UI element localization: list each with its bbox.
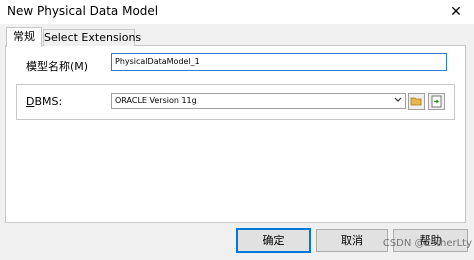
- dbms-label-text: BMS:: [34, 95, 63, 108]
- chevron-down-icon[interactable]: [394, 94, 402, 108]
- dbms-properties-button[interactable]: [428, 93, 445, 110]
- browse-dbms-button[interactable]: [408, 93, 425, 110]
- close-button[interactable]: ✕: [438, 0, 474, 24]
- dbms-select-value: ORACLE Version 11g: [115, 96, 197, 105]
- model-name-label: 模型名称(M): [26, 60, 89, 73]
- new-physical-data-model-dialog: New Physical Data Model ✕ 常规 Select Exte…: [0, 0, 474, 260]
- ok-button[interactable]: 确定: [236, 228, 311, 253]
- tab-general[interactable]: 常规: [6, 27, 42, 47]
- folder-icon: [410, 97, 422, 106]
- properties-icon: [431, 95, 442, 108]
- window-title: New Physical Data Model: [7, 4, 159, 18]
- dbms-select[interactable]: ORACLE Version 11g: [111, 93, 406, 109]
- close-icon: ✕: [450, 4, 462, 20]
- cancel-button[interactable]: 取消: [316, 229, 388, 252]
- model-name-input[interactable]: PhysicalDataModel_1: [111, 53, 447, 71]
- dbms-label: DBMS:: [26, 95, 62, 108]
- csdn-watermark: CSDN @EstherLty: [382, 238, 472, 249]
- title-bar[interactable]: New Physical Data Model ✕: [0, 0, 474, 24]
- tab-select-extensions[interactable]: Select Extensions: [43, 29, 141, 46]
